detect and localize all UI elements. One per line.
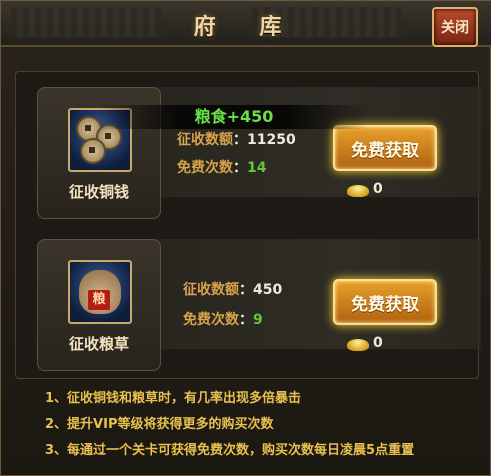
note-item: 2、提升VIP等级将获得更多的购买次数 [45,417,274,432]
free-key: 免费次数 [177,160,233,176]
grain-card-label: 征收粮草 [68,335,129,353]
note-item: 3、每通过一个关卡可获得免费次数，购买次数每日凌晨5点重置 [45,443,415,458]
grain-cost: 0 [373,335,383,351]
gold-ingot-icon [347,339,369,351]
amount-key: 征收数额 [183,282,239,298]
amount-value: 11250 [247,132,296,148]
grain-card: 粮 征收粮草 [37,239,161,371]
amount-key: 征收数额 [177,132,233,148]
treasury-window: 府 库 关闭 征收铜钱 征收数额：11250 免费次数：14 免费获取 0 粮 … [0,0,491,476]
sack-tag: 粮 [88,290,110,310]
free-value: 9 [253,312,263,328]
copper-cost: 0 [373,181,383,197]
reward-toast: 粮食+450 [99,105,369,129]
grain-free-count: 免费次数：9 [183,312,263,328]
free-value: 14 [247,160,267,176]
collect-copper-row: 征收铜钱 征收数额：11250 免费次数：14 免费获取 0 [21,73,481,219]
note-item: 1、征收铜钱和粮草时，有几率出现多倍暴击 [45,391,302,406]
copper-amount: 征收数额：11250 [177,132,296,148]
window-title: 府 库 [193,14,300,40]
copper-free-count: 免费次数：14 [177,160,267,176]
grain-free-get-button[interactable]: 免费获取 [333,279,437,325]
notes-list: 1、征收铜钱和粮草时，有几率出现多倍暴击 2、提升VIP等级将获得更多的购买次数… [45,387,414,465]
grain-sack-icon: 粮 [68,260,132,324]
gold-ingot-icon [347,185,369,197]
collect-grain-row: 粮 征收粮草 征收数额：450 免费次数：9 免费获取 0 [21,225,481,371]
free-key: 免费次数 [183,312,239,328]
title-bar: 府 库 关闭 [1,1,491,47]
close-button[interactable]: 关闭 [432,7,478,47]
copper-free-get-button[interactable]: 免费获取 [333,125,437,171]
grain-amount: 征收数额：450 [183,282,283,298]
copper-card-label: 征收铜钱 [68,183,129,201]
amount-value: 450 [253,282,283,298]
coin-icon [80,138,106,164]
